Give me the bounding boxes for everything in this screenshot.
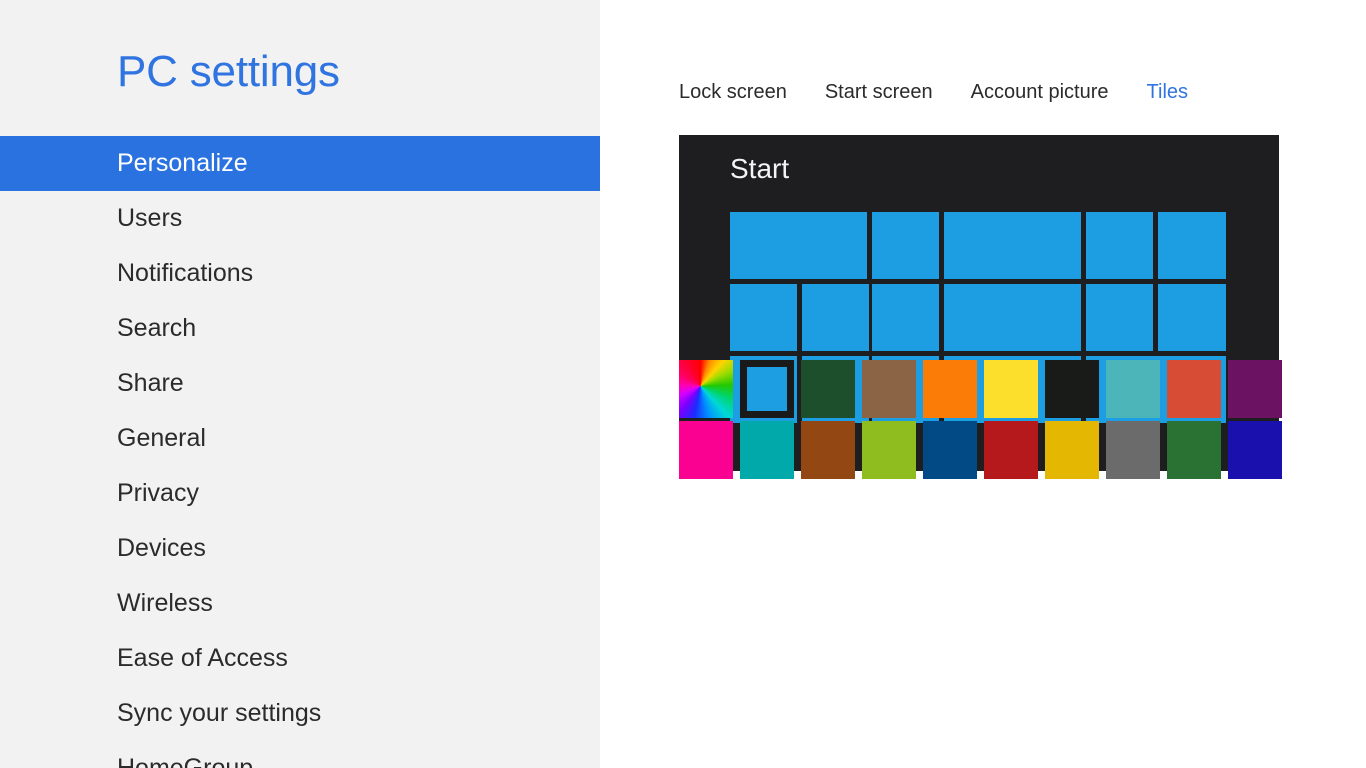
color-swatch-cyan-teal[interactable] [740,421,794,479]
sidebar-item-privacy[interactable]: Privacy [0,466,600,521]
sidebar-item-label: Share [117,369,184,397]
pc-settings-screen: PC settings Personalize Users Notification… [0,0,1366,768]
color-swatch-navy-blue[interactable] [923,421,977,479]
color-swatch-deep-blue[interactable] [1228,421,1282,479]
sidebar-item-label: HomeGroup [117,754,254,768]
start-tile [944,212,1081,279]
start-tile [802,284,869,351]
sidebar-item-label: Search [117,314,197,342]
color-swatch-dark-green[interactable] [801,360,855,418]
color-swatch-azure-blue[interactable] [740,360,794,418]
sidebar-item-search[interactable]: Search [0,301,600,356]
color-swatch-brown-tan[interactable] [862,360,916,418]
sidebar-item-label: Ease of Access [117,644,288,672]
sidebar-item-users[interactable]: Users [0,191,600,246]
sidebar-item-homegroup[interactable]: HomeGroup [0,741,600,768]
sidebar-item-label: Sync your settings [117,699,322,727]
sidebar-item-personalize[interactable]: Personalize [0,136,600,191]
color-swatch-palette [679,360,1289,482]
tab-account-picture[interactable]: Account picture [971,79,1109,105]
settings-content-pane: Lock screen Start screen Account picture Ti… [600,0,1366,768]
sidebar-item-label: Wireless [117,589,213,617]
start-tile [730,284,797,351]
sidebar-item-share[interactable]: Share [0,356,600,411]
start-tile [872,212,939,279]
tab-start-screen[interactable]: Start screen [825,79,933,105]
color-swatch-crimson[interactable] [984,421,1038,479]
color-swatch-red-orange[interactable] [1167,360,1221,418]
sidebar-item-general[interactable]: General [0,411,600,466]
settings-sidebar: PC settings Personalize Users Notification… [0,0,600,768]
tab-lock-screen[interactable]: Lock screen [679,79,787,105]
color-swatch-gray[interactable] [1106,421,1160,479]
start-tile [1158,284,1226,351]
color-swatch-gold[interactable] [1045,421,1099,479]
tab-tiles[interactable]: Tiles [1147,79,1188,105]
color-swatch-yellow[interactable] [984,360,1038,418]
sidebar-item-label: Personalize [117,149,248,177]
color-swatch-teal[interactable] [1106,360,1160,418]
sidebar-item-devices[interactable]: Devices [0,521,600,576]
sidebar-item-wireless[interactable]: Wireless [0,576,600,631]
swatch-row [679,360,1289,418]
start-tile [730,212,867,279]
color-swatch-purple[interactable] [1228,360,1282,418]
sidebar-item-label: General [117,424,206,452]
color-swatch-magenta[interactable] [679,421,733,479]
sidebar-item-notifications[interactable]: Notifications [0,246,600,301]
color-swatch-forest-green[interactable] [1167,421,1221,479]
color-swatch-color-wheel[interactable] [679,360,733,418]
sidebar-item-ease-of-access[interactable]: Ease of Access [0,631,600,686]
sidebar-nav-list: Personalize Users Notifications Search Share… [0,136,600,768]
color-swatch-orange[interactable] [923,360,977,418]
start-tile [1158,212,1226,279]
page-title: PC settings [117,47,340,96]
color-swatch-dark-orange[interactable] [801,421,855,479]
start-tile [1086,284,1153,351]
sidebar-item-label: Devices [117,534,206,562]
start-screen-label: Start [730,153,790,184]
sidebar-item-sync-your-settings[interactable]: Sync your settings [0,686,600,741]
start-tile [944,284,1081,351]
tab-bar: Lock screen Start screen Account picture Ti… [679,79,1188,105]
start-tile [1086,212,1153,279]
sidebar-item-label: Privacy [117,479,199,507]
swatch-row [679,421,1289,479]
color-swatch-near-black[interactable] [1045,360,1099,418]
sidebar-item-label: Notifications [117,259,254,287]
sidebar-item-label: Users [117,204,183,232]
start-tile [872,284,939,351]
color-swatch-lime-green[interactable] [862,421,916,479]
